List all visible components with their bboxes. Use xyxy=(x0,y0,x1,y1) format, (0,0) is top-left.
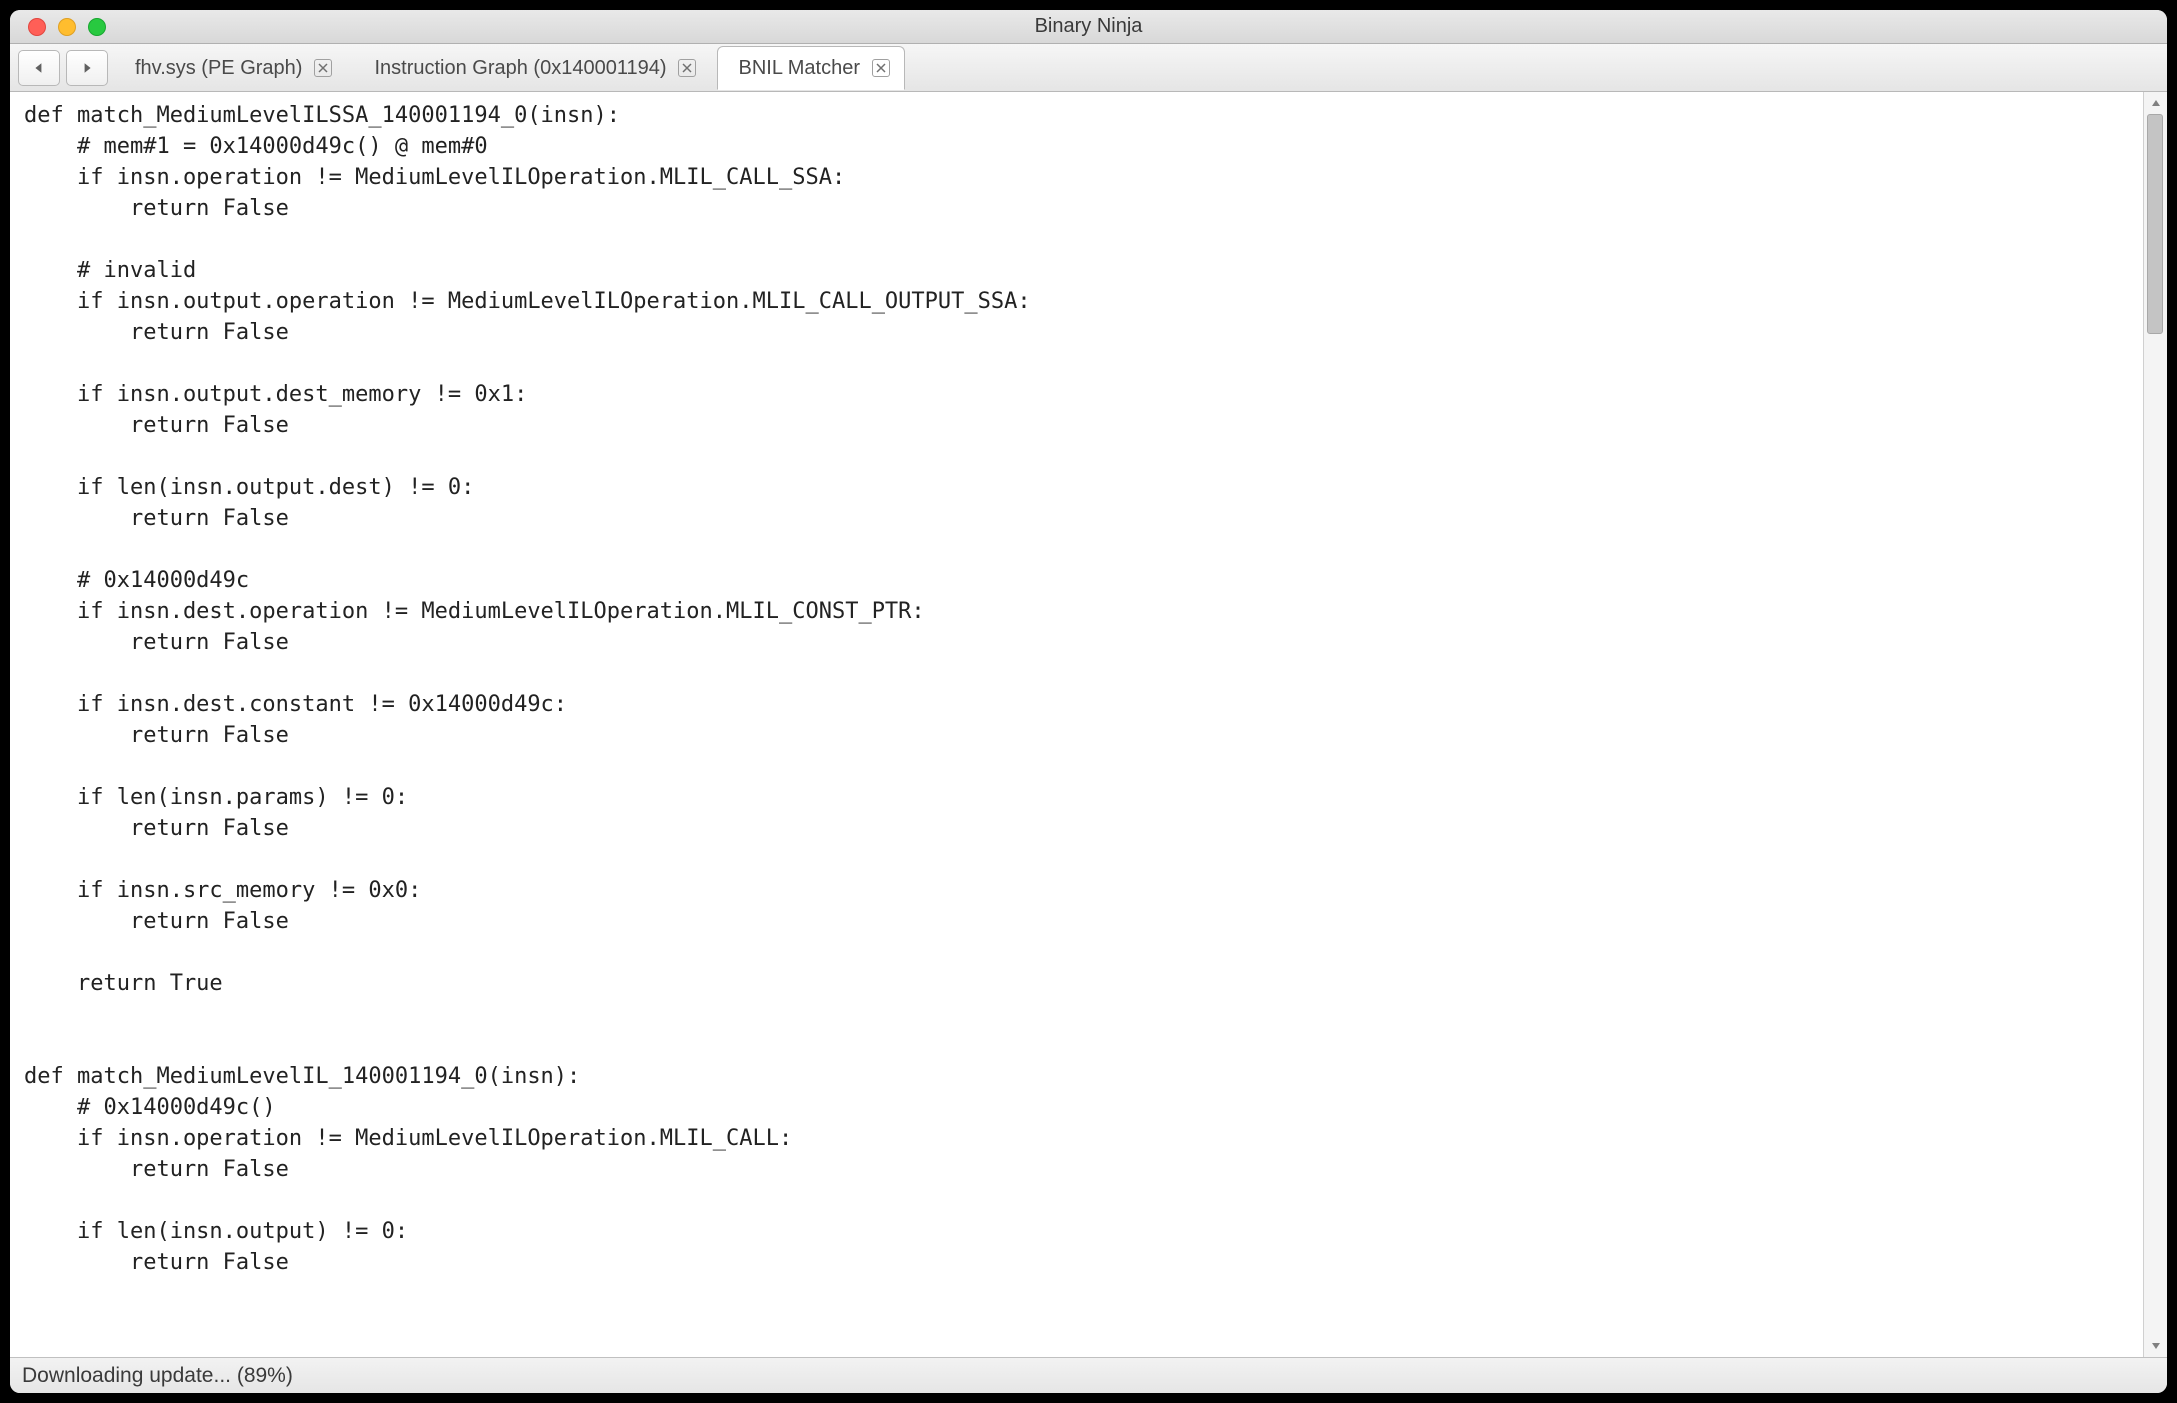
tab-close-button[interactable] xyxy=(872,59,890,77)
tab-close-button[interactable] xyxy=(678,59,696,77)
minimize-window-button[interactable] xyxy=(58,18,76,36)
scroll-down-button[interactable] xyxy=(2144,1335,2167,1357)
app-window: Binary Ninja fhv.sys (PE Graph) Instruct… xyxy=(10,10,2167,1393)
tab-bnil-matcher[interactable]: BNIL Matcher xyxy=(717,46,905,90)
scroll-track[interactable] xyxy=(2144,114,2167,1335)
toolbar: fhv.sys (PE Graph) Instruction Graph (0x… xyxy=(10,44,2167,92)
code-view[interactable]: def match_MediumLevelILSSA_140001194_0(i… xyxy=(10,92,2143,1357)
tab-pe-graph[interactable]: fhv.sys (PE Graph) xyxy=(114,46,347,90)
scroll-up-button[interactable] xyxy=(2144,92,2167,114)
statusbar: Downloading update... (89%) xyxy=(10,1357,2167,1393)
close-window-button[interactable] xyxy=(28,18,46,36)
scroll-thumb[interactable] xyxy=(2147,114,2163,334)
maximize-window-button[interactable] xyxy=(88,18,106,36)
tab-label: BNIL Matcher xyxy=(738,57,860,80)
tab-label: fhv.sys (PE Graph) xyxy=(135,57,302,80)
content-area: def match_MediumLevelILSSA_140001194_0(i… xyxy=(10,92,2167,1357)
nav-forward-button[interactable] xyxy=(66,50,108,86)
close-icon xyxy=(318,63,328,73)
tab-close-button[interactable] xyxy=(314,59,332,77)
tab-label: Instruction Graph (0x140001194) xyxy=(374,57,666,80)
traffic-lights xyxy=(10,18,106,36)
triangle-right-icon xyxy=(81,62,93,74)
close-icon xyxy=(682,63,692,73)
status-text: Downloading update... (89%) xyxy=(22,1364,293,1388)
triangle-left-icon xyxy=(33,62,45,74)
titlebar[interactable]: Binary Ninja xyxy=(10,10,2167,44)
window-title: Binary Ninja xyxy=(10,15,2167,38)
vertical-scrollbar[interactable] xyxy=(2143,92,2167,1357)
close-icon xyxy=(876,63,886,73)
tab-instruction-graph[interactable]: Instruction Graph (0x140001194) xyxy=(353,46,711,90)
triangle-down-icon xyxy=(2151,1342,2161,1350)
nav-back-button[interactable] xyxy=(18,50,60,86)
triangle-up-icon xyxy=(2151,99,2161,107)
